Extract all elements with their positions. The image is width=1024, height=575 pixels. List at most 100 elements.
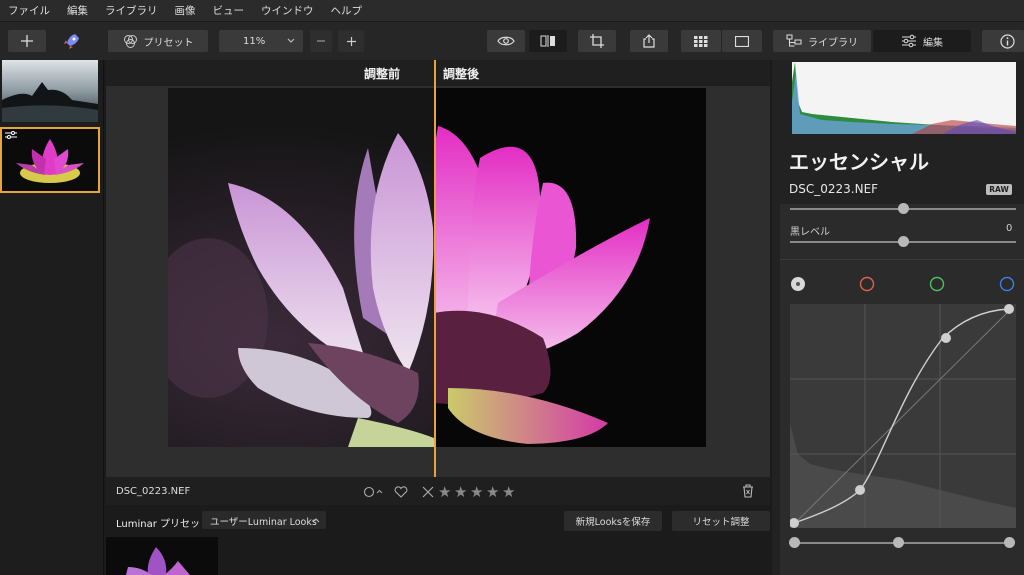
add-image-button[interactable] — [8, 30, 46, 52]
presets-title: Luminar プリセット — [116, 519, 211, 530]
curve-point[interactable] — [1004, 304, 1014, 314]
slider-knob-top[interactable] — [898, 203, 909, 214]
quick-launch-button[interactable] — [56, 30, 86, 52]
crop-icon — [590, 34, 604, 48]
red-channel-icon[interactable] — [859, 276, 875, 292]
presets-category-dropdown[interactable]: ユーザーLuminar Looks — [202, 511, 326, 529]
zoom-dropdown[interactable]: 11% — [219, 30, 303, 52]
menu-library[interactable]: ライブラリ — [105, 3, 158, 18]
trash-icon[interactable] — [742, 484, 754, 498]
compare-split-handle[interactable] — [434, 60, 436, 477]
presets-bar: Luminar プリセット ユーザーLuminar Looks 新規Looksを… — [106, 505, 770, 537]
plus-icon — [21, 35, 33, 47]
menu-image[interactable]: 画像 — [175, 3, 196, 18]
info-button[interactable] — [982, 30, 1024, 52]
minus-icon — [317, 40, 325, 42]
edited-badge-icon — [5, 131, 17, 139]
curve-range-knob-mid[interactable] — [893, 537, 904, 548]
reset-adjustments-button[interactable]: リセット調整 — [672, 511, 770, 531]
essentials-section: 黒レベル 0 — [780, 203, 1024, 575]
preset-preview-image — [106, 537, 218, 575]
before-label: 調整前 — [364, 67, 401, 81]
filmstrip — [0, 60, 104, 575]
grid-view-button[interactable] — [681, 30, 721, 52]
histogram-graph — [792, 62, 1016, 134]
library-icon — [786, 34, 802, 47]
library-button[interactable]: ライブラリ — [773, 30, 871, 52]
curve-point[interactable] — [941, 333, 951, 343]
panel-file-name: DSC_0223.NEF — [789, 182, 879, 196]
info-icon — [1000, 33, 1015, 49]
lotus-photo — [168, 88, 706, 447]
black-level-value: 0 — [1006, 223, 1013, 234]
menu-edit[interactable]: 編集 — [67, 3, 88, 18]
tone-curve-graph — [789, 304, 1016, 528]
preset-thumbnail[interactable] — [106, 537, 218, 575]
sliders-icon — [902, 34, 916, 48]
eye-icon — [497, 36, 515, 46]
curve-point[interactable] — [855, 485, 865, 495]
zoom-out-button[interactable] — [310, 30, 332, 52]
reject-icon[interactable] — [422, 486, 434, 498]
plus-icon — [346, 36, 356, 46]
black-level-label: 黒レベル — [790, 227, 830, 238]
rating-star-5[interactable]: ★ — [502, 483, 515, 501]
chevron-up-icon — [312, 518, 320, 523]
favorite-icon[interactable] — [394, 486, 408, 498]
library-label: ライブラリ — [808, 37, 858, 49]
histogram — [792, 62, 1016, 134]
single-view-button[interactable] — [722, 30, 762, 52]
luminance-channel-icon[interactable] — [790, 276, 806, 292]
menu-file[interactable]: ファイル — [8, 3, 50, 18]
image-info-bar: DSC_0223.NEF ★ ★ ★ ★ ★ — [106, 477, 770, 505]
divider — [780, 259, 1024, 260]
preview-button[interactable] — [487, 30, 525, 52]
curve-range-knob-left[interactable] — [789, 537, 800, 548]
curve-range-knob-right[interactable] — [1004, 537, 1015, 548]
lotus-image — [168, 88, 706, 447]
compare-header: 調整前 調整後 — [106, 60, 770, 86]
chevron-down-icon — [287, 38, 295, 43]
menu-help[interactable]: ヘルプ — [331, 3, 363, 18]
menu-window[interactable]: ウインドウ — [261, 3, 314, 18]
edit-panel: エッセンシャル DSC_0223.NEF RAW 黒レベル 0 — [772, 60, 1024, 575]
thumbnail-lotus[interactable] — [0, 127, 100, 193]
grid-icon — [694, 35, 708, 47]
share-icon — [643, 34, 655, 48]
save-looks-button[interactable]: 新規Looksを保存 — [564, 511, 662, 531]
rating-star-4[interactable]: ★ — [486, 483, 499, 501]
rocket-icon — [64, 34, 79, 49]
black-level-knob[interactable] — [898, 236, 909, 247]
after-label: 調整後 — [443, 67, 480, 81]
preset-label: プリセット — [143, 37, 194, 49]
crop-button[interactable] — [578, 30, 616, 52]
rating-star-1[interactable]: ★ — [438, 483, 451, 501]
reset-adjustments-label: リセット調整 — [692, 517, 750, 528]
image-file-name: DSC_0223.NEF — [116, 486, 191, 497]
zoom-in-button[interactable] — [338, 30, 364, 52]
edit-button[interactable]: 編集 — [873, 30, 971, 52]
rating-star-2[interactable]: ★ — [454, 483, 467, 501]
presets-category-value: ユーザーLuminar Looks — [210, 517, 317, 528]
image-canvas[interactable]: 調整前 調整後 — [106, 60, 770, 477]
blue-channel-icon[interactable] — [999, 276, 1015, 292]
rating-star-3[interactable]: ★ — [470, 483, 483, 501]
menu-view[interactable]: ビュー — [213, 3, 245, 18]
menu-bar: ファイル 編集 ライブラリ 画像 ビュー ウインドウ ヘルプ — [0, 0, 1024, 22]
split-view-icon — [540, 35, 555, 47]
thumbnail-landscape[interactable] — [2, 60, 98, 122]
preset-button[interactable]: プリセット — [108, 30, 208, 52]
landscape-image — [2, 60, 98, 122]
preset-icon — [123, 34, 137, 48]
toolbar: プリセット 11% ライブラリ 編集 — [0, 22, 1024, 60]
raw-badge: RAW — [986, 184, 1012, 195]
zoom-value: 11% — [243, 35, 266, 47]
share-button[interactable] — [630, 30, 668, 52]
green-channel-icon[interactable] — [929, 276, 945, 292]
color-label-icon[interactable] — [363, 486, 385, 498]
single-image-icon — [735, 35, 749, 47]
compare-button[interactable] — [529, 30, 567, 52]
tone-curve[interactable] — [789, 304, 1016, 528]
panel-title: エッセンシャル — [789, 150, 929, 174]
edit-label: 編集 — [923, 37, 943, 49]
